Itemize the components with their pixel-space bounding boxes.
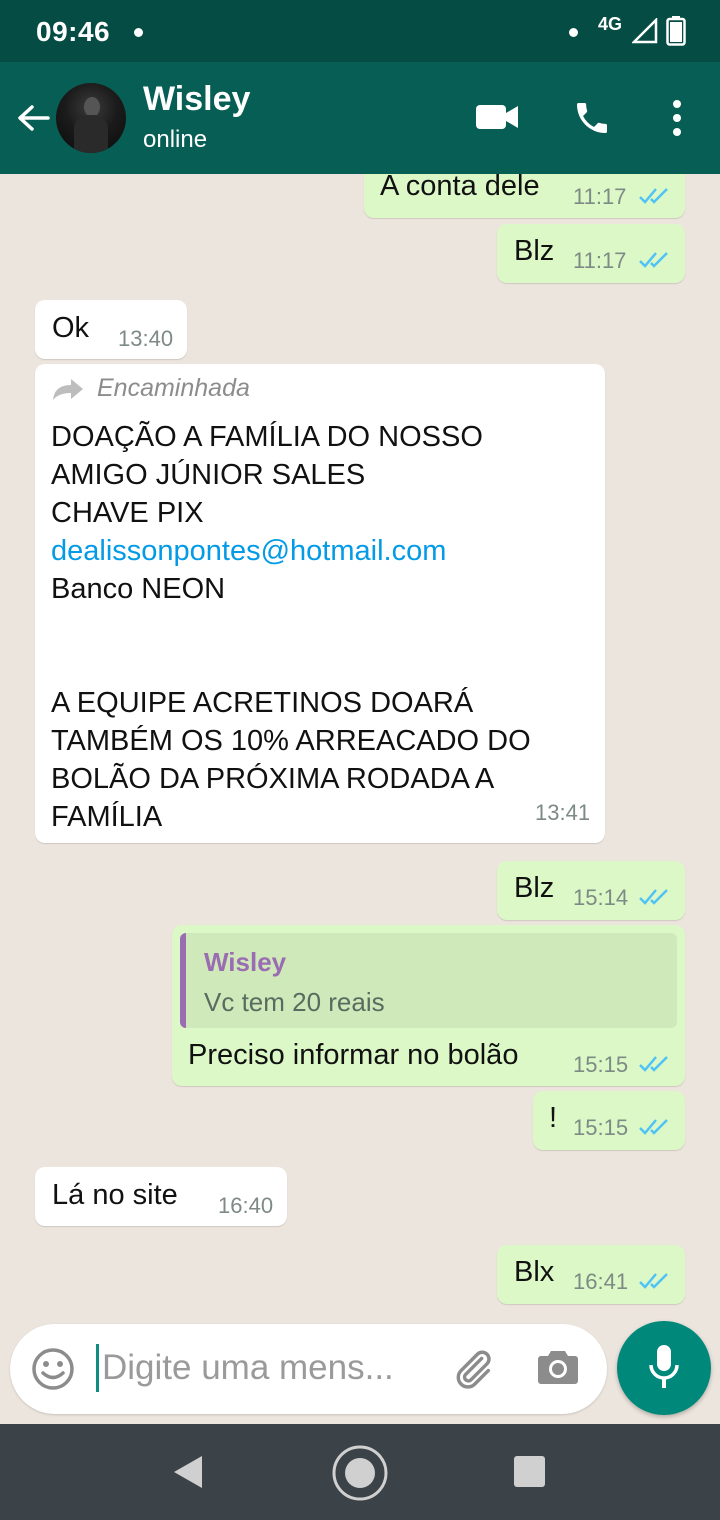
message-time: 13:40 — [118, 326, 174, 351]
notification-dot-icon — [569, 28, 578, 37]
message-line: A EQUIPE ACRETINOS DOARÁ — [51, 687, 474, 719]
message-text: A conta dele — [380, 174, 540, 202]
read-ticks-icon — [639, 1273, 668, 1289]
voice-call-icon[interactable] — [572, 98, 612, 138]
message-text: Ok — [52, 312, 90, 344]
network-type: 4G — [598, 14, 623, 34]
message-text: Blz — [514, 235, 555, 267]
message-outgoing[interactable]: Blz 11:17 — [497, 224, 685, 283]
chat-area[interactable]: A conta dele 11:17 Blz 11:17 Ok 13:40 En… — [0, 174, 720, 1424]
avatar[interactable] — [56, 83, 126, 153]
message-line: BOLÃO DA PRÓXIMA RODADA A — [51, 763, 495, 795]
message-line: AMIGO JÚNIOR SALES — [51, 459, 366, 491]
quoted-message[interactable]: Wisley Vc tem 20 reais — [180, 933, 677, 1028]
message-outgoing[interactable]: Blx 16:41 — [497, 1245, 685, 1304]
email-link[interactable]: dealissonpontes@hotmail.com — [51, 532, 591, 570]
contact-name[interactable]: Wisley — [143, 80, 250, 119]
back-arrow-icon[interactable] — [14, 98, 54, 138]
system-navigation-bar — [0, 1424, 720, 1520]
message-line: FAMÍLIA — [51, 801, 163, 833]
message-line: Banco NEON — [51, 573, 226, 605]
quoted-sender-name: Wisley — [204, 947, 287, 977]
microphone-icon — [649, 1345, 679, 1388]
voice-record-button[interactable] — [617, 1321, 711, 1415]
attach-clip-icon[interactable] — [450, 1346, 496, 1392]
message-line: CHAVE PIX — [51, 497, 204, 529]
quoted-text: Vc tem 20 reais — [204, 987, 385, 1017]
read-ticks-icon — [639, 1056, 668, 1072]
read-ticks-icon — [639, 252, 668, 268]
status-bar: 09:46 4G — [0, 0, 720, 62]
message-time: 11:17 — [573, 184, 627, 209]
message-line: TAMBÉM OS 10% ARREACADO DO — [51, 725, 531, 757]
message-time: 16:40 — [218, 1193, 274, 1218]
message-time: 11:17 — [573, 248, 627, 273]
message-outgoing[interactable]: ! 15:15 — [533, 1091, 685, 1150]
text-cursor — [96, 1344, 99, 1392]
forwarded-message-body: DOAÇÃO A FAMÍLIA DO NOSSO AMIGO JÚNIOR S… — [51, 418, 591, 836]
message-line: DOAÇÃO A FAMÍLIA DO NOSSO — [51, 421, 483, 453]
message-text: Blx — [514, 1256, 555, 1288]
camera-icon[interactable] — [537, 1348, 579, 1386]
video-call-icon[interactable] — [474, 102, 520, 132]
status-time: 09:46 — [36, 16, 111, 47]
message-outgoing-reply[interactable]: Wisley Vc tem 20 reais Preciso informar … — [172, 925, 685, 1086]
message-incoming-forwarded[interactable]: Encaminhada DOAÇÃO A FAMÍLIA DO NOSSO AM… — [35, 364, 605, 843]
forwarded-row: Encaminhada — [51, 374, 250, 403]
message-time: 15:14 — [573, 885, 629, 910]
nav-back-icon[interactable] — [172, 1454, 204, 1490]
message-time: 16:41 — [573, 1269, 629, 1294]
message-text: ! — [549, 1102, 558, 1134]
message-outgoing[interactable]: Blz 15:14 — [497, 861, 685, 920]
nav-recent-apps-icon[interactable] — [514, 1456, 545, 1487]
message-outgoing[interactable]: A conta dele 11:17 — [364, 174, 685, 218]
message-time: 13:41 — [535, 800, 591, 825]
more-options-icon[interactable] — [670, 98, 684, 138]
forwarded-label: Encaminhada — [97, 374, 250, 402]
message-text: Lá no site — [52, 1179, 178, 1211]
read-ticks-icon — [639, 889, 668, 905]
contact-status: online — [143, 126, 208, 153]
chat-header: Wisley online — [0, 62, 720, 174]
notification-dot-icon — [134, 28, 143, 37]
emoji-icon[interactable] — [30, 1346, 76, 1392]
message-incoming[interactable]: Ok 13:40 — [35, 300, 187, 359]
read-ticks-icon — [639, 1119, 668, 1135]
message-input[interactable]: Digite uma mens... — [102, 1348, 394, 1388]
read-ticks-icon — [639, 188, 668, 204]
message-incoming[interactable]: Lá no site 16:40 — [35, 1167, 287, 1226]
nav-home-icon[interactable] — [331, 1444, 389, 1502]
message-text: Blz — [514, 872, 555, 904]
battery-icon — [666, 16, 686, 46]
message-time: 15:15 — [573, 1052, 629, 1077]
signal-icon — [632, 18, 658, 44]
message-composer: Digite uma mens... — [10, 1324, 607, 1414]
message-text: Preciso informar no bolão — [188, 1039, 519, 1071]
message-time: 15:15 — [573, 1115, 629, 1140]
forward-arrow-icon — [53, 378, 83, 400]
